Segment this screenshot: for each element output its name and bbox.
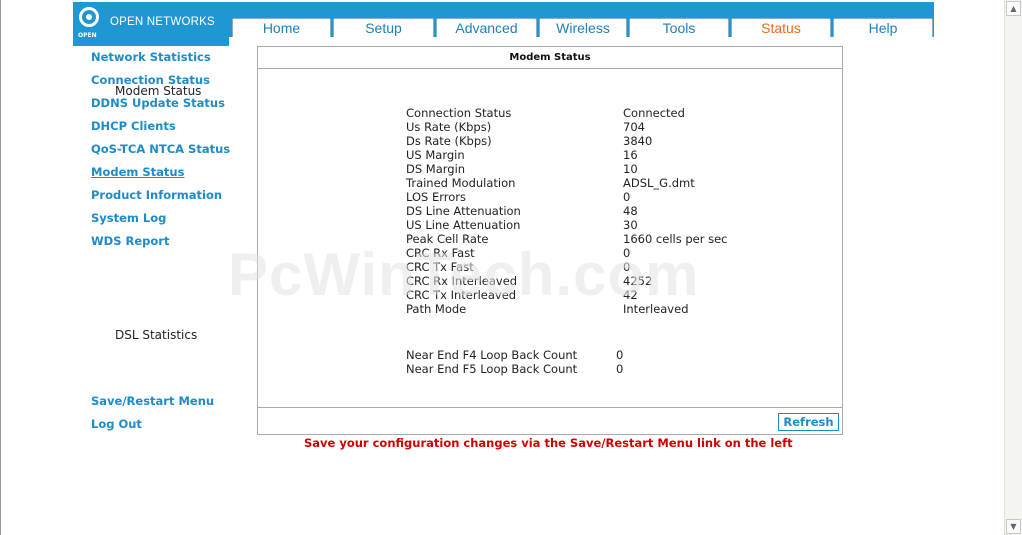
- tab-home[interactable]: Home: [232, 18, 331, 37]
- row-label: US Margin: [406, 148, 465, 162]
- nav-qos-tca-status[interactable]: QoS-TCA NTCA Status: [91, 142, 230, 156]
- row-label: CRC Rx Fast: [406, 246, 475, 260]
- nav-ddns-update-status[interactable]: DDNS Update Status: [91, 96, 225, 110]
- row-label: Near End F4 Loop Back Count: [406, 348, 578, 362]
- row-label: Connection Status: [406, 106, 512, 120]
- brand-name: OPEN NETWORKS: [110, 16, 215, 28]
- scroll-up-icon[interactable]: ▲: [1006, 1, 1021, 16]
- nav-dhcp-clients[interactable]: DHCP Clients: [91, 119, 176, 133]
- row-value: 704: [623, 120, 645, 134]
- row-value: 42: [623, 288, 638, 302]
- row-label: Path Mode: [406, 302, 467, 316]
- nav-modem-status[interactable]: Modem Status: [91, 165, 184, 179]
- row-value: 0: [623, 246, 631, 260]
- row-label: Us Rate (Kbps): [406, 120, 492, 134]
- row-value: 48: [623, 204, 638, 218]
- row-value: 10: [623, 162, 638, 176]
- row-label: DS Margin: [406, 162, 466, 176]
- row-value: 1660 cells per sec: [623, 232, 728, 246]
- row-value: 30: [623, 218, 638, 232]
- tab-status[interactable]: Status: [731, 18, 831, 37]
- row-label: Trained Modulation: [406, 176, 516, 190]
- row-value: 3840: [623, 134, 653, 148]
- scroll-down-icon[interactable]: ▼: [1006, 519, 1021, 534]
- brand-logo[interactable]: OPEN OPEN NETWORKS: [73, 2, 229, 46]
- section-dsl-statistics: DSL Statistics: [115, 328, 198, 342]
- row-value: 0: [623, 260, 631, 274]
- row-label: CRC Rx Interleaved: [406, 274, 518, 288]
- row-value: 16: [623, 148, 638, 162]
- row-label: LOS Errors: [406, 190, 467, 204]
- nav-system-log[interactable]: System Log: [91, 211, 166, 225]
- row-label: Peak Cell Rate: [406, 232, 489, 246]
- nav-product-information[interactable]: Product Information: [91, 188, 222, 202]
- row-label: CRC Tx Fast: [406, 260, 474, 274]
- row-label: Ds Rate (Kbps): [406, 134, 492, 148]
- nav-network-statistics[interactable]: Network Statistics: [91, 50, 211, 64]
- nav-save-restart-menu[interactable]: Save/Restart Menu: [91, 394, 214, 408]
- row-label: CRC Tx Interleaved: [406, 288, 517, 302]
- row-value: Interleaved: [623, 302, 689, 316]
- refresh-button[interactable]: Refresh: [778, 413, 839, 431]
- modem-status-panel: Modem Status Refresh: [257, 46, 843, 435]
- row-value: 0: [623, 190, 631, 204]
- open-logo-icon: [79, 7, 99, 27]
- header-bar: [229, 2, 934, 18]
- tab-wireless[interactable]: Wireless: [539, 18, 627, 37]
- tab-help[interactable]: Help: [833, 18, 933, 37]
- save-notice: Save your configuration changes via the …: [304, 436, 793, 450]
- row-value: Connected: [623, 106, 685, 120]
- nav-log-out[interactable]: Log Out: [91, 417, 142, 431]
- row-value: 0: [616, 348, 624, 362]
- row-label: DS Line Attenuation: [406, 204, 521, 218]
- row-value: 4252: [623, 274, 653, 288]
- tab-setup[interactable]: Setup: [333, 18, 434, 37]
- row-value: 0: [616, 362, 624, 376]
- vertical-scrollbar[interactable]: ▲ ▼: [1004, 0, 1022, 535]
- logo-small-text: OPEN: [78, 32, 97, 39]
- tab-tools[interactable]: Tools: [629, 18, 729, 37]
- row-label: Near End F5 Loop Back Count: [406, 362, 578, 376]
- panel-title: Modem Status: [258, 47, 842, 69]
- row-value: ADSL_G.dmt: [623, 176, 695, 190]
- section-modem-status: Modem Status: [115, 84, 202, 98]
- row-label: US Line Attenuation: [406, 218, 521, 232]
- tab-advanced[interactable]: Advanced: [436, 18, 537, 37]
- panel-footer-divider: [258, 407, 842, 408]
- nav-wds-report[interactable]: WDS Report: [91, 234, 169, 248]
